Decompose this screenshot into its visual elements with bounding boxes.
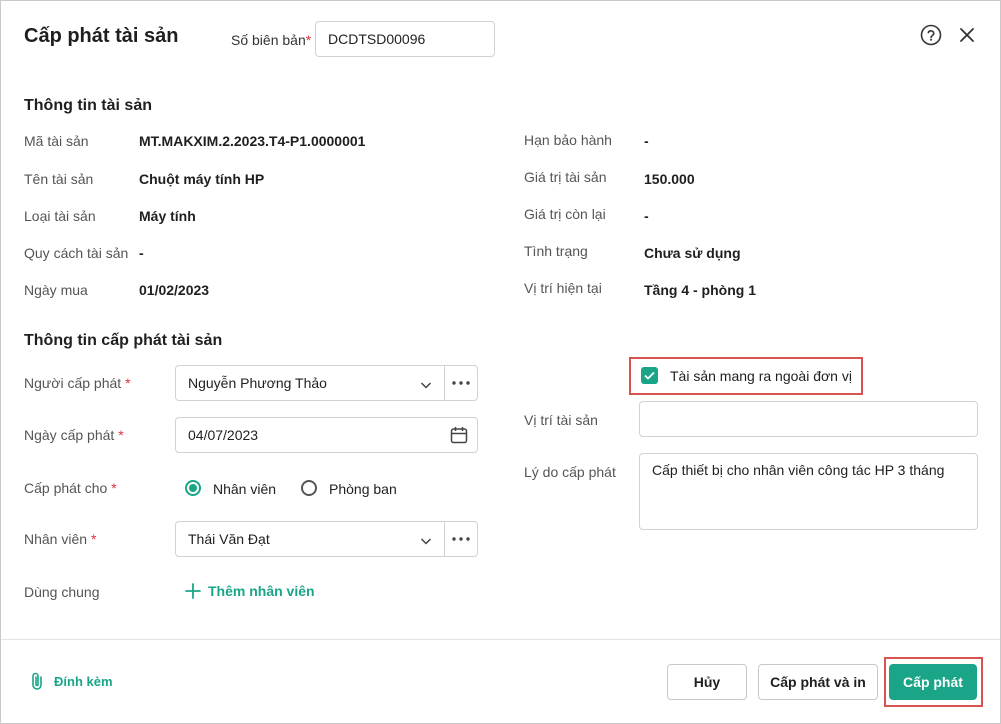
- asset-value-label: Giá trị tài sản: [524, 169, 607, 185]
- issuer-more-button[interactable]: [444, 365, 478, 401]
- asset-info-section-title: Thông tin tài sản: [24, 97, 152, 114]
- employee-label: Nhân viên *: [24, 531, 97, 547]
- status-label: Tình trạng: [524, 243, 588, 259]
- radio-employee[interactable]: [185, 480, 201, 496]
- employee-more-button[interactable]: [444, 521, 478, 557]
- radio-employee-label: Nhân viên: [213, 481, 277, 497]
- status-value: Chưa sử dụng: [644, 245, 741, 261]
- check-icon: [644, 371, 655, 380]
- purchase-date-label: Ngày mua: [24, 282, 88, 298]
- attach-button[interactable]: Đính kèm: [30, 671, 113, 691]
- allocate-button[interactable]: Cấp phát: [889, 664, 977, 700]
- reason-label: Lý do cấp phát: [524, 464, 616, 480]
- footer-divider: [1, 639, 1000, 640]
- record-number-label: Số biên bản*: [231, 32, 312, 48]
- residual-value-value: -: [644, 208, 649, 224]
- asset-value-value: 150.000: [644, 171, 695, 187]
- current-location-value: Tầng 4 - phòng 1: [644, 282, 756, 298]
- dialog-title: Cấp phát tài sản: [24, 25, 179, 47]
- asset-code-label: Mã tài sản: [24, 133, 89, 149]
- asset-type-value: Máy tính: [139, 208, 196, 224]
- allocation-date-input[interactable]: 04/07/2023: [175, 417, 478, 453]
- paperclip-icon: [32, 672, 42, 690]
- radio-department[interactable]: [301, 480, 317, 496]
- help-icon[interactable]: [919, 23, 943, 47]
- more-icon: [452, 381, 470, 385]
- cancel-button[interactable]: Hủy: [667, 664, 747, 700]
- allocation-date-label: Ngày cấp phát *: [24, 427, 124, 443]
- attach-label: Đính kèm: [54, 673, 113, 689]
- asset-name-value: Chuột máy tính HP: [139, 171, 265, 187]
- current-location-label: Vị trí hiện tại: [524, 280, 602, 296]
- add-employee-button[interactable]: Thêm nhân viên: [184, 582, 315, 600]
- allocate-to-label: Cấp phát cho *: [24, 480, 117, 496]
- asset-spec-value: -: [139, 245, 144, 261]
- chevron-down-icon: [420, 378, 432, 394]
- take-out-checkbox[interactable]: [641, 367, 658, 384]
- issuer-select[interactable]: Nguyễn Phương Thảo: [175, 365, 445, 401]
- radio-department-label: Phòng ban: [329, 481, 397, 497]
- asset-location-label: Vị trí tài sản: [524, 412, 598, 428]
- employee-select[interactable]: Thái Văn Đạt: [175, 521, 445, 557]
- more-icon: [452, 537, 470, 541]
- reason-textarea[interactable]: Cấp thiết bị cho nhân viên công tác HP 3…: [639, 453, 978, 530]
- asset-spec-label: Quy cách tài sản: [24, 245, 129, 261]
- chevron-down-icon: [420, 534, 432, 550]
- warranty-label: Hạn bảo hành: [524, 132, 612, 148]
- allocate-and-print-button[interactable]: Cấp phát và in: [758, 664, 878, 700]
- issuer-label: Người cấp phát *: [24, 375, 131, 391]
- warranty-value: -: [644, 133, 649, 149]
- calendar-icon[interactable]: [450, 426, 468, 447]
- asset-code-value: MT.MAKXIM.2.2023.T4-P1.0000001: [139, 133, 366, 149]
- close-icon[interactable]: [957, 25, 977, 45]
- allocation-section-title: Thông tin cấp phát tài sản: [24, 332, 223, 349]
- asset-type-label: Loại tài sản: [24, 208, 96, 224]
- allocate-asset-dialog: Cấp phát tài sản Số biên bản* DCDTSD0009…: [0, 0, 1001, 724]
- asset-location-input[interactable]: [639, 401, 978, 437]
- take-out-label: Tài sản mang ra ngoài đơn vị: [670, 368, 852, 384]
- residual-value-label: Giá trị còn lại: [524, 206, 606, 222]
- plus-icon: [185, 583, 201, 599]
- record-number-input[interactable]: DCDTSD00096: [315, 21, 495, 57]
- asset-name-label: Tên tài sản: [24, 171, 94, 187]
- shared-use-label: Dùng chung: [24, 584, 100, 600]
- add-employee-label: Thêm nhân viên: [208, 583, 315, 599]
- purchase-date-value: 01/02/2023: [139, 282, 210, 298]
